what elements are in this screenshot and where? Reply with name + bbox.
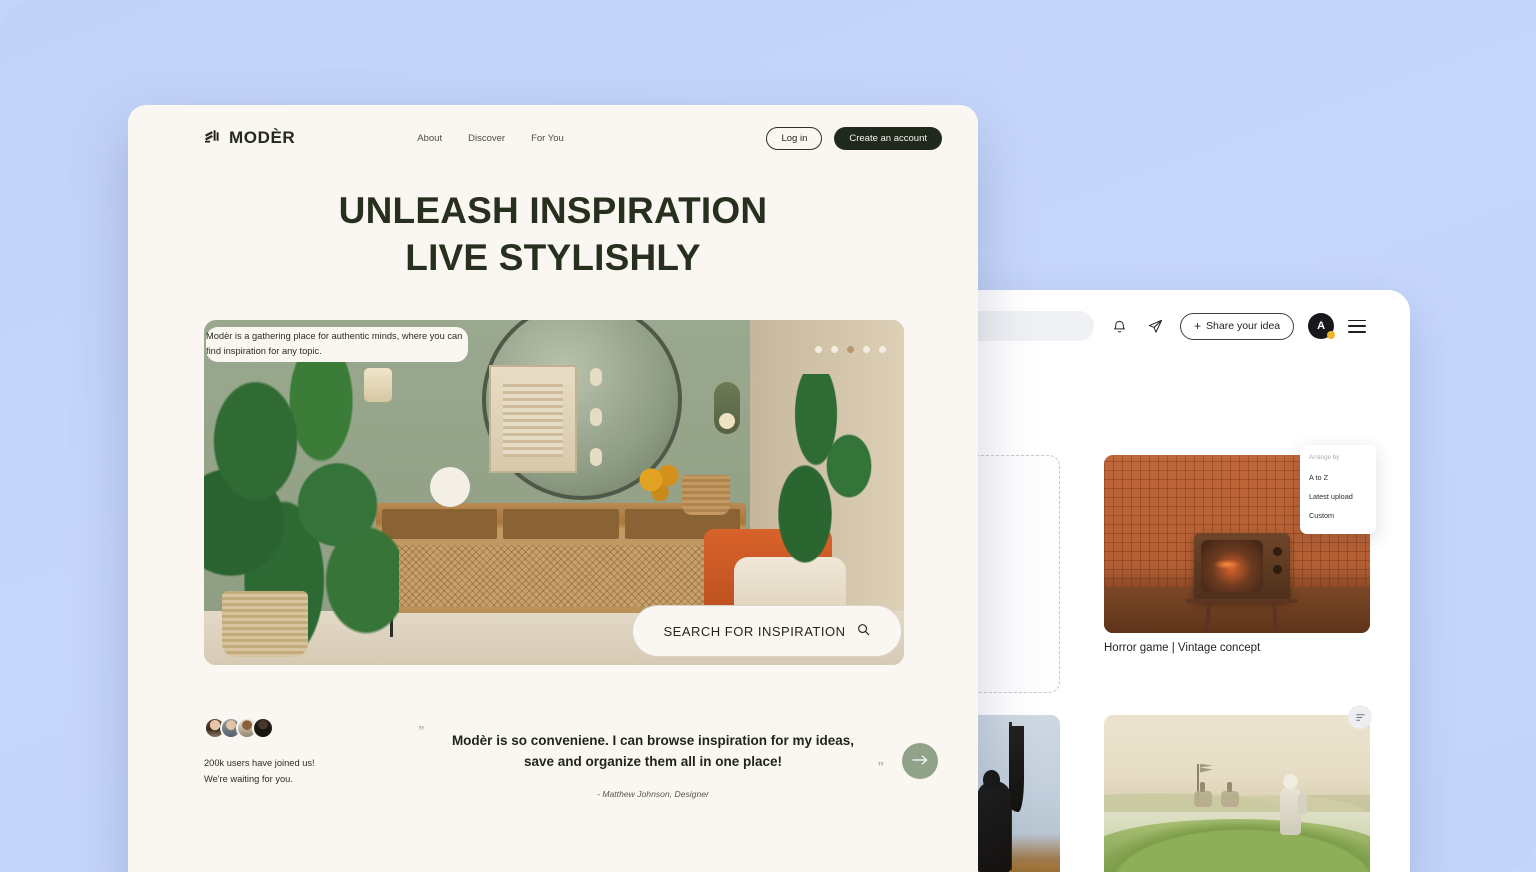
arrange-option-a-to-z[interactable]: A to Z bbox=[1300, 468, 1376, 487]
hero-carousel-dots[interactable] bbox=[815, 346, 886, 353]
quote-mark-close: ” bbox=[877, 759, 885, 774]
arrow-right-icon bbox=[912, 754, 928, 769]
login-button[interactable]: Log in bbox=[766, 126, 823, 150]
hamburger-menu-icon[interactable] bbox=[1348, 319, 1367, 333]
arrange-option-latest-upload[interactable]: Latest upload bbox=[1300, 487, 1376, 506]
sort-button[interactable] bbox=[1348, 705, 1372, 729]
landing-page-card: MODÈR About Discover For You Log in Crea… bbox=[128, 105, 978, 872]
testimonial-quote-block: ” ” Modèr is so conveniene. I can browse… bbox=[404, 717, 902, 799]
quote-mark-open: ” bbox=[418, 723, 425, 738]
carousel-dot[interactable] bbox=[863, 346, 870, 353]
logo[interactable]: MODÈR bbox=[204, 128, 295, 148]
create-account-button[interactable]: Create an account bbox=[834, 126, 942, 150]
social-proof-line-1: 200k users have joined us! bbox=[204, 758, 315, 768]
arrange-by-menu: Arrange by A to Z Latest upload Custom bbox=[1300, 445, 1376, 534]
avatar-group bbox=[204, 717, 404, 739]
plus-icon: + bbox=[1194, 319, 1202, 333]
search-label: SEARCH FOR INSPIRATION bbox=[663, 623, 846, 639]
landing-header: MODÈR About Discover For You Log in Crea… bbox=[128, 105, 978, 171]
arrange-by-title: Arrange by bbox=[1309, 454, 1340, 461]
carousel-dot[interactable] bbox=[879, 346, 886, 353]
share-your-idea-button[interactable]: + Share your idea bbox=[1180, 312, 1295, 340]
nav-item-discover[interactable]: Discover bbox=[468, 133, 505, 144]
carousel-dot[interactable] bbox=[831, 346, 838, 353]
intro-text: Modèr is a gathering place for authentic… bbox=[206, 327, 468, 362]
search-for-inspiration-button[interactable]: SEARCH FOR INSPIRATION bbox=[632, 605, 902, 657]
logo-wordmark: MODÈR bbox=[229, 128, 296, 147]
horror-game-caption: Horror game | Vintage concept bbox=[1104, 642, 1261, 654]
social-proof-line-2: We're waiting for you. bbox=[204, 774, 293, 785]
nav-item-for-you[interactable]: For You bbox=[531, 133, 564, 144]
social-proof: 200k users have joined us! We're waiting… bbox=[204, 717, 404, 788]
arrange-option-custom[interactable]: Custom bbox=[1300, 506, 1376, 525]
header-actions: Log in Create an account bbox=[766, 126, 942, 150]
headline-line-1: UNLEASH INSPIRATION bbox=[338, 190, 768, 231]
next-testimonial-button[interactable] bbox=[902, 743, 938, 779]
paper-plane-icon[interactable] bbox=[1144, 315, 1166, 337]
carousel-dot[interactable] bbox=[815, 346, 822, 353]
avatar-initial: A bbox=[1317, 320, 1326, 332]
avatar[interactable]: A bbox=[1308, 313, 1336, 339]
testimonial-author: - Matthew Johnson, Designer bbox=[597, 788, 709, 799]
page-background: + Share your idea A e your idea. bbox=[0, 0, 1536, 872]
testimonial-text: Modèr is so conveniene. I can browse ins… bbox=[451, 733, 855, 769]
primary-nav: About Discover For You bbox=[417, 133, 564, 144]
headline-line-2: LIVE STYLISHLY bbox=[405, 237, 701, 279]
bell-icon[interactable] bbox=[1108, 315, 1130, 337]
page-title: UNLEASH INSPIRATION LIVE STYLISHLY bbox=[128, 187, 978, 282]
share-your-idea-label: Share your idea bbox=[1206, 320, 1281, 332]
testimonial-section: 200k users have joined us! We're waiting… bbox=[128, 717, 978, 799]
carousel-dot-active[interactable] bbox=[847, 346, 854, 353]
search-icon bbox=[857, 623, 870, 639]
avatar-status-dot bbox=[1327, 331, 1336, 339]
nav-item-about[interactable]: About bbox=[417, 133, 442, 144]
moder-logo-icon bbox=[204, 128, 221, 148]
astronaut-thumbnail bbox=[1104, 715, 1370, 872]
astronaut-card[interactable] bbox=[1104, 715, 1370, 872]
avatar bbox=[252, 717, 274, 739]
